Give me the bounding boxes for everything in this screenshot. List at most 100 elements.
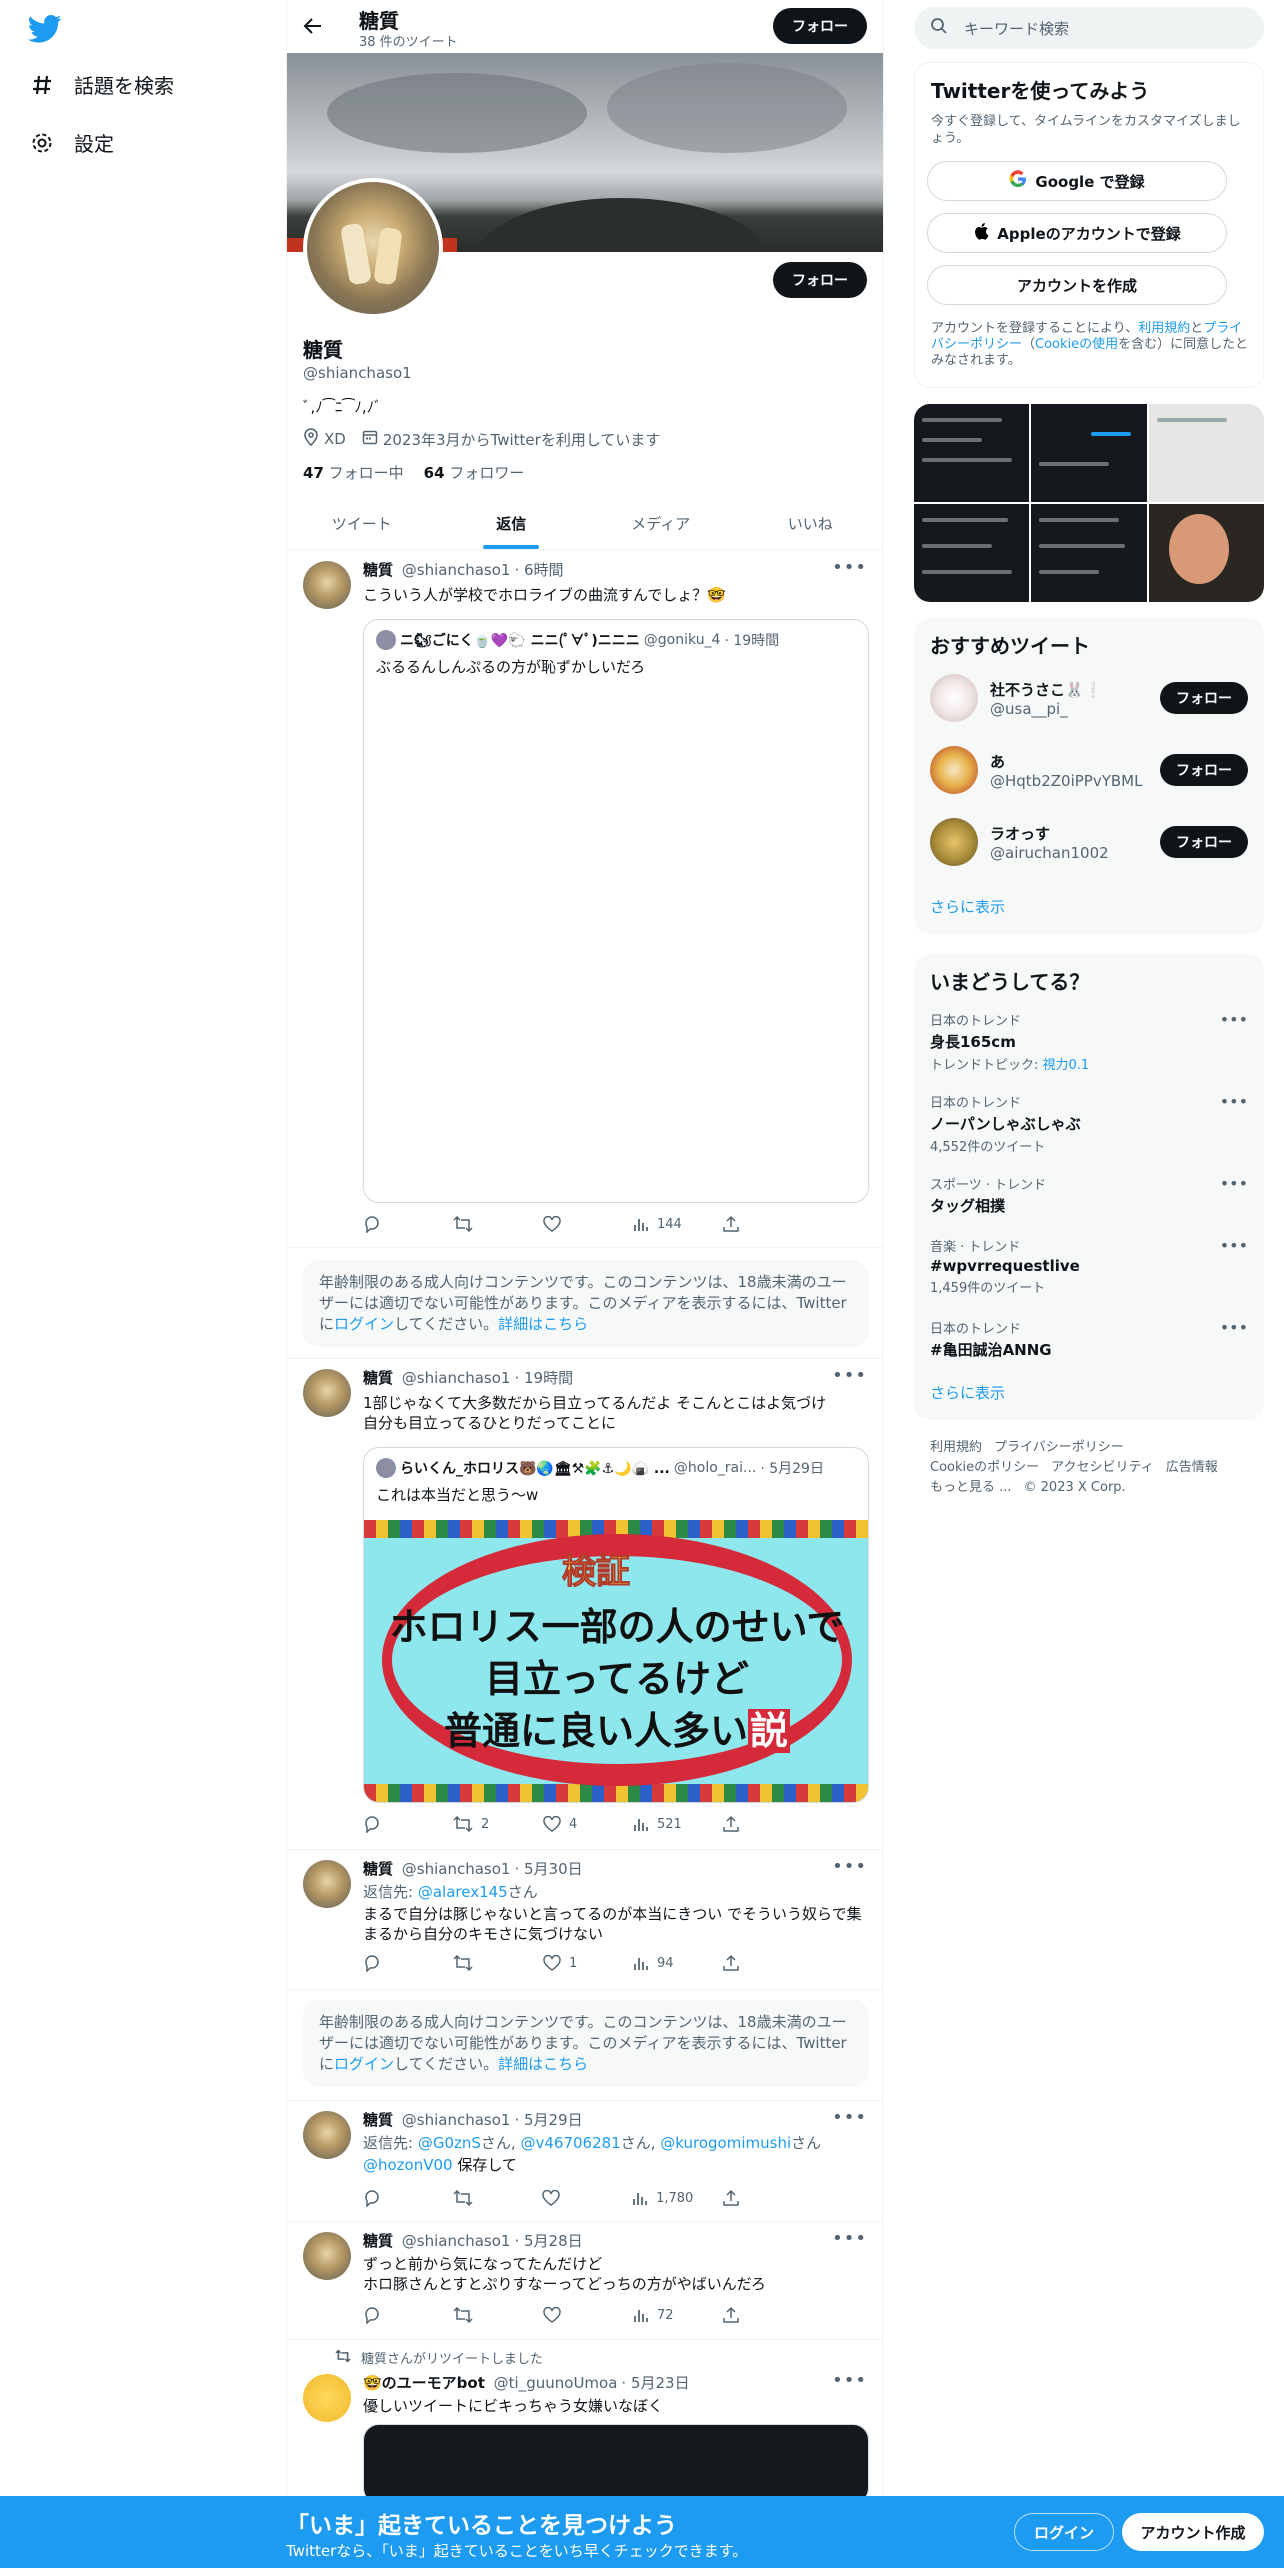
login-link[interactable]: ログイン [334, 1315, 394, 1333]
reply-to-link[interactable]: @alarex145 [418, 1883, 508, 1901]
nav-settings[interactable]: 設定 [28, 128, 114, 157]
avatar[interactable] [303, 1369, 351, 1417]
more-icon[interactable]: ••• [1220, 1092, 1248, 1111]
followers-link[interactable]: 64 フォロワー [424, 462, 525, 483]
avatar[interactable] [303, 2111, 351, 2159]
media-thumbnail[interactable] [1031, 404, 1147, 502]
footer-cookie-link[interactable]: Cookieのポリシー [930, 1460, 1039, 1475]
terms-link[interactable]: 利用規約 [1138, 321, 1190, 336]
share-icon[interactable] [723, 1815, 783, 1833]
apple-signup-button[interactable]: Appleのアカウントで登録 [927, 213, 1227, 253]
profile-avatar[interactable] [303, 178, 443, 318]
views-count[interactable]: 94 [633, 1954, 693, 1972]
more-icon[interactable]: ••• [832, 2228, 867, 2249]
quoted-tweet[interactable]: ニ🐿ごにく🍵💜🐑 ニニ(ﾟ∀ﾟ)ニニニ @goniku_4 · 19時間 ぶるるん… [363, 619, 869, 1203]
recommended-user[interactable]: あ @Hqtb2Z0iPPvYBML フォロー [930, 746, 1248, 794]
recommended-user[interactable]: 社不うさこ🐰❕ @usa__pi_ フォロー [930, 674, 1248, 722]
media-thumbnail[interactable] [1148, 504, 1264, 602]
tab-likes[interactable]: いいね [736, 497, 884, 549]
retweet-icon[interactable] [453, 1215, 513, 1233]
twitter-logo-icon[interactable] [27, 14, 62, 44]
reply-to-link[interactable]: @v46706281 [520, 2134, 620, 2152]
more-icon[interactable]: ••• [832, 2107, 867, 2128]
search-input[interactable]: キーワード検索 [914, 7, 1264, 49]
tab-media[interactable]: メディア [586, 497, 736, 549]
avatar[interactable] [930, 818, 978, 866]
reply-to-link[interactable]: @G0znS [418, 2134, 481, 2152]
tab-tweets[interactable]: ツイート [287, 497, 437, 549]
footer-ads-link[interactable]: 広告情報 [1166, 1460, 1218, 1475]
footer-accessibility-link[interactable]: アクセシビリティ [1051, 1460, 1154, 1475]
trend-item[interactable]: 音楽 · トレンド #wpvrrequestlive 1,459件のツイート •… [930, 1236, 1248, 1296]
recommended-user[interactable]: ラオっす @airuchan1002 フォロー [930, 818, 1248, 866]
footer-privacy-link[interactable]: プライバシーポリシー [994, 1440, 1124, 1455]
avatar[interactable] [303, 2374, 351, 2422]
back-arrow-icon[interactable] [299, 12, 327, 40]
like-icon[interactable] [543, 1215, 603, 1233]
quoted-tweet[interactable]: らいくん_ホロリス🐻🌏🏛⚒🧩⚓🌙🍙 ... @holo_rai... · 5月29… [363, 1447, 869, 1803]
trends-more-link[interactable]: さらに表示 [930, 1382, 1005, 1403]
reply-to-link[interactable]: @hozonV00 [363, 2156, 453, 2174]
more-icon[interactable]: ••• [832, 2370, 867, 2391]
avatar[interactable] [303, 2232, 351, 2280]
tab-replies[interactable]: 返信 [437, 497, 587, 549]
tweet-image[interactable] [363, 2424, 869, 2504]
more-icon[interactable]: ••• [832, 1856, 867, 1877]
follow-button[interactable]: フォロー [1160, 682, 1248, 714]
tweet[interactable]: 糖質 @shianchaso1 · 5月28日 ••• ずっと前から気になってたん… [287, 2222, 883, 2340]
login-link[interactable]: ログイン [334, 2055, 394, 2073]
media-thumbnail[interactable] [1031, 504, 1147, 602]
signup-button[interactable]: アカウント作成 [1122, 2513, 1264, 2551]
like-count[interactable]: 4 [543, 1815, 603, 1833]
trend-item[interactable]: 日本のトレンド ノーパンしゃぶしゃぶ 4,552件のツイート ••• [930, 1092, 1248, 1155]
share-icon[interactable] [723, 1215, 783, 1233]
reply-to-link[interactable]: @kurogomimushi [660, 2134, 791, 2152]
more-icon[interactable]: ••• [1220, 1318, 1248, 1337]
views-count[interactable]: 72 [633, 2306, 693, 2324]
retweet-icon[interactable] [453, 2189, 513, 2207]
reply-icon[interactable] [363, 1215, 423, 1233]
more-icon[interactable]: ••• [832, 557, 867, 578]
nav-explore[interactable]: 話題を検索 [28, 70, 174, 99]
profile-follow-button[interactable]: フォロー [773, 262, 867, 298]
more-icon[interactable]: ••• [1220, 1236, 1248, 1255]
trend-item[interactable]: スポーツ · トレンド タッグ相撲 ••• [930, 1174, 1248, 1216]
following-link[interactable]: 47 フォロー中 [303, 462, 404, 483]
avatar[interactable] [930, 746, 978, 794]
footer-terms-link[interactable]: 利用規約 [930, 1440, 982, 1455]
share-icon[interactable] [723, 1954, 783, 1972]
more-icon[interactable]: ••• [832, 1365, 867, 1386]
like-count[interactable]: 1 [543, 1954, 603, 1972]
reply-icon[interactable] [363, 2306, 423, 2324]
media-thumbnail[interactable] [914, 504, 1030, 602]
share-icon[interactable] [723, 2189, 783, 2207]
trend-item[interactable]: 日本のトレンド #亀田誠治ANNG ••• [930, 1318, 1248, 1360]
retweet-count[interactable]: 2 [453, 1815, 513, 1833]
follow-button[interactable]: フォロー [1160, 754, 1248, 786]
trend-item[interactable]: 日本のトレンド 身長165cm トレンドトピック: 視力0.1 ••• [930, 1010, 1248, 1073]
avatar[interactable] [930, 674, 978, 722]
header-follow-button[interactable]: フォロー [773, 8, 867, 44]
google-signup-button[interactable]: Google で登録 [927, 161, 1227, 201]
views-count[interactable]: 1,780 [632, 2189, 693, 2207]
views-count[interactable]: 144 [633, 1215, 693, 1233]
reply-icon[interactable] [363, 1954, 423, 1972]
tweet[interactable]: 糖質 @shianchaso1 · 6時間 ••• こういう人が学校でホロライブの… [287, 551, 883, 1248]
views-count[interactable]: 521 [633, 1815, 693, 1833]
tweet[interactable]: 糖質 @shianchaso1 · 5月30日 ••• 返信先: @alarex1… [287, 1850, 883, 1990]
more-icon[interactable]: ••• [1220, 1174, 1248, 1193]
footer-more-link[interactable]: もっと見る ... [930, 1480, 1012, 1495]
like-icon[interactable] [543, 2306, 603, 2324]
reply-icon[interactable] [363, 2189, 423, 2207]
media-thumbnail[interactable] [1148, 404, 1264, 502]
quoted-tweet-image[interactable]: 検証 ホロリス一部の人のせいで 目立ってるけど 普通に良い人多い説 [364, 1520, 868, 1802]
reply-icon[interactable] [363, 1815, 423, 1833]
like-icon[interactable] [542, 2189, 602, 2207]
retweet-icon[interactable] [453, 2306, 513, 2324]
login-button[interactable]: ログイン [1014, 2513, 1114, 2551]
follow-button[interactable]: フォロー [1160, 826, 1248, 858]
more-icon[interactable]: ••• [1220, 1010, 1248, 1029]
share-icon[interactable] [723, 2306, 783, 2324]
retweet-icon[interactable] [453, 1954, 513, 1972]
recommended-more-link[interactable]: さらに表示 [930, 896, 1005, 917]
